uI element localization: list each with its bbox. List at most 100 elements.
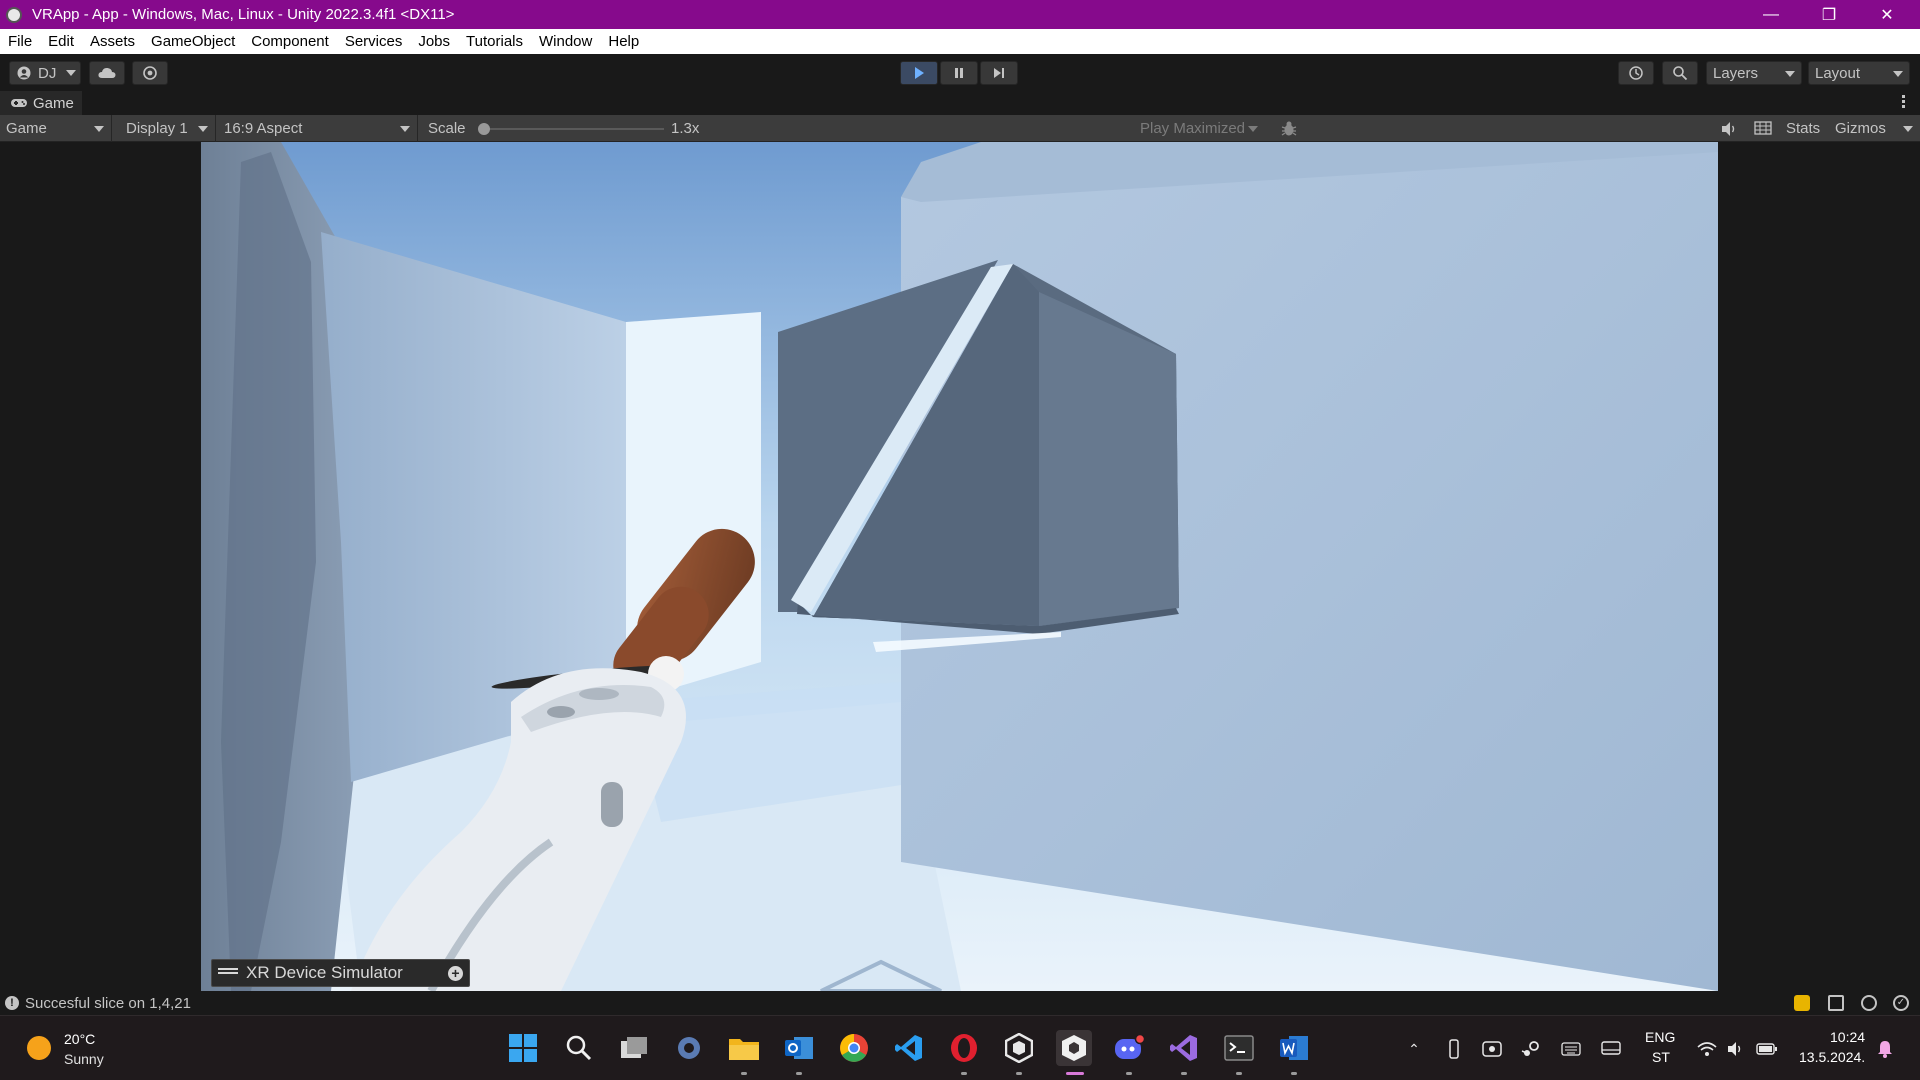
play-mode-label: Play Maximized: [1140, 120, 1246, 137]
clock-date[interactable]: 13.5.2024.: [1799, 1049, 1865, 1065]
usb-icon[interactable]: [1443, 1038, 1465, 1060]
status-bar: ! Succesful slice on 1,4,21 ✓: [0, 991, 1920, 1015]
pause-button[interactable]: [940, 61, 978, 85]
chevron-down-icon: [198, 126, 208, 132]
status-message[interactable]: Succesful slice on 1,4,21: [25, 995, 191, 1012]
opera-icon[interactable]: [946, 1030, 982, 1066]
stats-button[interactable]: Stats: [1786, 120, 1820, 137]
language-line2[interactable]: ST: [1652, 1049, 1670, 1065]
account-label: DJ: [38, 64, 57, 82]
gizmos-button[interactable]: Gizmos: [1835, 120, 1886, 137]
display-icon[interactable]: [1600, 1038, 1622, 1060]
restore-button[interactable]: ❐: [1800, 0, 1858, 29]
outlook-icon[interactable]: [781, 1030, 817, 1066]
settings-icon[interactable]: [671, 1030, 707, 1066]
terminal-icon[interactable]: [1221, 1030, 1257, 1066]
light-bake-icon[interactable]: [1794, 995, 1810, 1011]
layers-dropdown[interactable]: Layers: [1706, 61, 1802, 85]
keyboard-icon[interactable]: [1560, 1038, 1582, 1060]
menu-gameobject[interactable]: GameObject: [143, 29, 243, 54]
chevron-up-icon[interactable]: ⌃: [1403, 1038, 1425, 1060]
scale-slider-thumb[interactable]: [478, 123, 490, 135]
account-dropdown[interactable]: DJ: [9, 61, 81, 85]
scale-slider[interactable]: [478, 123, 664, 135]
menu-component[interactable]: Component: [243, 29, 337, 54]
file-explorer-icon[interactable]: [726, 1030, 762, 1066]
step-button[interactable]: [980, 61, 1018, 85]
notification-bell-icon[interactable]: [1874, 1038, 1896, 1060]
weather-temp[interactable]: 20°C: [64, 1031, 95, 1047]
play-icon: [915, 67, 924, 79]
task-view-icon[interactable]: [616, 1030, 652, 1066]
wifi-icon[interactable]: [1696, 1038, 1718, 1060]
chrome-icon[interactable]: [836, 1030, 872, 1066]
chevron-down-icon: [94, 126, 104, 132]
xr-device-simulator-panel[interactable]: XR Device Simulator +: [211, 959, 470, 987]
vscode-icon[interactable]: [891, 1030, 927, 1066]
mute-audio-button[interactable]: [1720, 121, 1740, 137]
discord-icon[interactable]: [1111, 1030, 1147, 1066]
volume-icon[interactable]: [1724, 1038, 1746, 1060]
cloud-button[interactable]: [89, 61, 125, 85]
drag-handle-icon[interactable]: [218, 972, 238, 974]
scale-value: 1.3x: [671, 120, 700, 137]
gamepad-icon: [11, 99, 27, 107]
tab-game[interactable]: Game: [0, 91, 82, 115]
collab-button[interactable]: [132, 61, 168, 85]
running-indicator: [1291, 1072, 1297, 1075]
more-options-icon[interactable]: [1902, 95, 1906, 111]
aspect-dropdown[interactable]: 16:9 Aspect: [218, 115, 418, 142]
menu-edit[interactable]: Edit: [40, 29, 82, 54]
title-bar: VRApp - App - Windows, Mac, Linux - Unit…: [0, 0, 1920, 29]
clock-time[interactable]: 10:24: [1830, 1029, 1865, 1045]
grid-icon: [1754, 121, 1772, 135]
minimize-button[interactable]: —: [1742, 0, 1800, 29]
menu-services[interactable]: Services: [337, 29, 411, 54]
search-button[interactable]: [1662, 61, 1698, 85]
menu-assets[interactable]: Assets: [82, 29, 143, 54]
language-line1[interactable]: ENG: [1645, 1029, 1675, 1045]
weather-sun-icon[interactable]: [27, 1036, 51, 1060]
vr-scene-render: [201, 142, 1718, 991]
unity-icon[interactable]: [1056, 1030, 1092, 1066]
weather-condition[interactable]: Sunny: [64, 1051, 104, 1067]
expand-icon[interactable]: +: [448, 966, 463, 981]
grid-toggle[interactable]: [1754, 121, 1774, 137]
menu-tutorials[interactable]: Tutorials: [458, 29, 531, 54]
start-icon[interactable]: [505, 1030, 541, 1066]
search-icon[interactable]: [561, 1030, 597, 1066]
menu-jobs[interactable]: Jobs: [410, 29, 458, 54]
chevron-down-icon[interactable]: [1903, 126, 1913, 132]
layout-dropdown[interactable]: Layout: [1808, 61, 1910, 85]
unity-hub-icon[interactable]: [1001, 1030, 1037, 1066]
aspect-label: 16:9 Aspect: [224, 120, 303, 137]
visual-studio-icon[interactable]: [1166, 1030, 1202, 1066]
cache-server-icon[interactable]: [1861, 995, 1877, 1011]
game-viewport[interactable]: [201, 142, 1718, 991]
capture-icon[interactable]: [1481, 1038, 1503, 1060]
display-dropdown[interactable]: Display 1: [118, 115, 216, 142]
word-icon[interactable]: [1276, 1030, 1312, 1066]
menu-window[interactable]: Window: [531, 29, 600, 54]
running-indicator: [961, 1072, 967, 1075]
collab-icon: [143, 66, 157, 80]
menu-file[interactable]: File: [0, 29, 40, 54]
layout-label: Layout: [1815, 64, 1861, 82]
play-button[interactable]: [900, 61, 938, 85]
menu-help[interactable]: Help: [600, 29, 647, 54]
play-mode-dropdown[interactable]: Play Maximized: [1132, 115, 1270, 142]
tab-bar: Game: [0, 91, 1920, 115]
cloud-icon: [98, 67, 116, 78]
steam-icon[interactable]: [1520, 1038, 1542, 1060]
check-icon[interactable]: ✓: [1893, 995, 1909, 1011]
step-icon: [994, 68, 1004, 78]
game-view-area: [0, 142, 1920, 991]
undo-history-button[interactable]: [1618, 61, 1654, 85]
layers-status-icon[interactable]: [1828, 995, 1844, 1011]
running-indicator: [1126, 1072, 1132, 1075]
battery-icon[interactable]: [1756, 1038, 1778, 1060]
close-button[interactable]: ✕: [1858, 0, 1916, 29]
running-indicator: [796, 1072, 802, 1075]
debug-toggle[interactable]: [1280, 120, 1298, 138]
view-mode-dropdown[interactable]: Game: [0, 115, 112, 142]
